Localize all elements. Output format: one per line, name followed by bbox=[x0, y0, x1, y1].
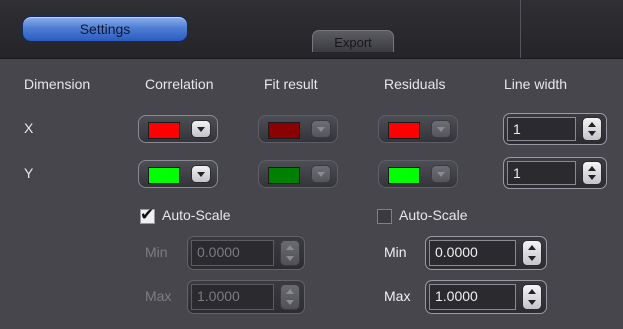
left-max-spinbox: 1.0000 bbox=[187, 280, 305, 314]
fit-color-x-dropdown bbox=[258, 115, 338, 143]
color-swatch bbox=[268, 122, 300, 139]
left-max-label: Max bbox=[145, 288, 172, 304]
color-swatch bbox=[148, 122, 180, 139]
checkmark-icon: ✔ bbox=[140, 205, 155, 225]
residual-color-x-dropdown bbox=[378, 115, 458, 143]
header-residuals: Residuals bbox=[384, 76, 446, 92]
chevron-down-icon bbox=[311, 120, 331, 138]
right-max-label: Max bbox=[384, 288, 411, 304]
line-width-x-spinbox[interactable]: 1 bbox=[503, 113, 607, 145]
chevron-down-icon bbox=[431, 120, 451, 138]
stepper-icon bbox=[280, 240, 300, 266]
header-correlation: Correlation bbox=[145, 76, 214, 92]
header-line-width: Line width bbox=[504, 76, 568, 92]
fit-color-y-dropdown bbox=[258, 160, 338, 188]
header-dimension: Dimension bbox=[24, 76, 91, 92]
line-width-x-value[interactable]: 1 bbox=[507, 117, 576, 141]
left-max-value: 1.0000 bbox=[191, 284, 274, 310]
right-autoscale-checkbox[interactable] bbox=[377, 209, 392, 224]
stepper-icon[interactable] bbox=[522, 284, 542, 310]
right-autoscale-label: Auto-Scale bbox=[399, 207, 468, 223]
line-width-y-spinbox[interactable]: 1 bbox=[503, 157, 607, 189]
right-max-value[interactable]: 1.0000 bbox=[429, 284, 516, 310]
left-min-spinbox: 0.0000 bbox=[187, 236, 305, 270]
tab-bar: Settings Export bbox=[0, 0, 623, 59]
stepper-icon[interactable] bbox=[582, 117, 602, 141]
tab-settings[interactable]: Settings bbox=[22, 16, 188, 42]
color-swatch bbox=[388, 122, 420, 139]
stepper-icon[interactable] bbox=[522, 240, 542, 266]
left-min-value: 0.0000 bbox=[191, 240, 274, 266]
color-swatch bbox=[388, 167, 420, 184]
stepper-icon bbox=[280, 284, 300, 310]
left-autoscale-label: Auto-Scale bbox=[162, 207, 231, 223]
correlation-color-y-dropdown[interactable] bbox=[138, 160, 218, 188]
row-label-y: Y bbox=[24, 165, 34, 181]
tab-export[interactable]: Export bbox=[312, 30, 394, 52]
color-swatch bbox=[268, 167, 300, 184]
residual-color-y-dropdown bbox=[378, 160, 458, 188]
chevron-down-icon bbox=[431, 165, 451, 183]
right-min-value[interactable]: 0.0000 bbox=[429, 240, 516, 266]
stepper-icon[interactable] bbox=[582, 161, 602, 185]
tab-bar-divider bbox=[520, 0, 521, 58]
chevron-down-icon bbox=[191, 165, 211, 183]
header-fit-result: Fit result bbox=[264, 76, 318, 92]
right-min-spinbox[interactable]: 0.0000 bbox=[425, 236, 547, 270]
left-min-label: Min bbox=[145, 244, 168, 260]
chevron-down-icon bbox=[191, 120, 211, 138]
right-min-label: Min bbox=[384, 244, 407, 260]
left-autoscale-checkbox[interactable]: ✔ bbox=[140, 205, 155, 225]
row-label-x: X bbox=[24, 120, 34, 136]
right-max-spinbox[interactable]: 1.0000 bbox=[425, 280, 547, 314]
line-width-y-value[interactable]: 1 bbox=[507, 161, 576, 185]
correlation-color-x-dropdown[interactable] bbox=[138, 115, 218, 143]
color-swatch bbox=[148, 167, 180, 184]
chevron-down-icon bbox=[311, 165, 331, 183]
